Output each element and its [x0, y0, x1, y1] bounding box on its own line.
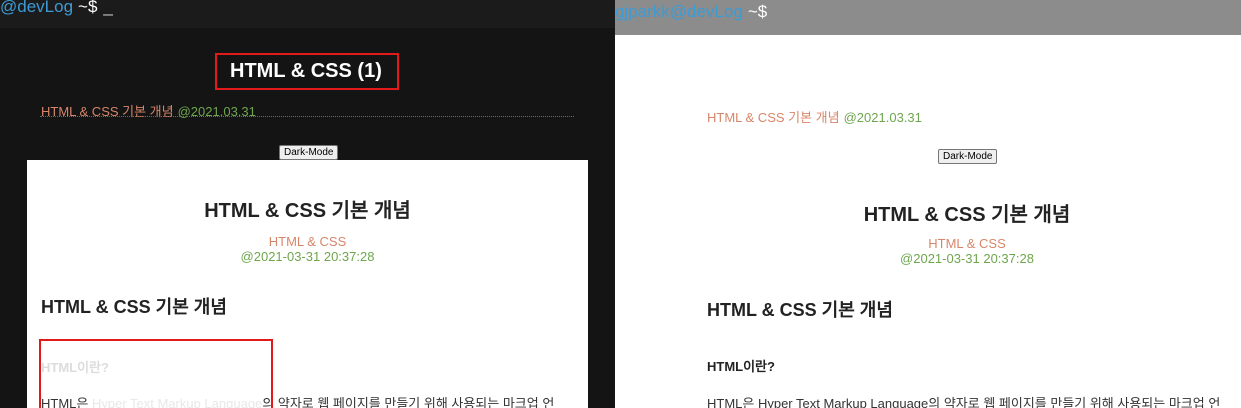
post-divider	[40, 116, 574, 117]
section-heading: HTML & CSS 기본 개념	[41, 297, 227, 317]
post-date: @2021.03.31	[843, 110, 922, 125]
post-list-item[interactable]: HTML & CSS 기본 개념 @2021.03.31	[41, 101, 256, 120]
sub-heading: HTML이란?	[707, 359, 775, 374]
article-paragraph: HTML은 Hyper Text Markup Language의 약자로 웹 …	[707, 396, 1221, 408]
article-timestamp: @2021-03-31 20:37:28	[240, 249, 375, 264]
dark-mode-preview: @devLog ~$ _ HTML & CSS (1) HTML & CSS 기본 …	[0, 0, 615, 408]
dark-mode-button[interactable]: Dark-Mode	[938, 149, 998, 164]
page-title: HTML & CSS (1)	[230, 60, 382, 82]
article-paragraph: HTML은 Hyper Text Markup Language의 약자로 웹 …	[41, 393, 554, 408]
prompt-host-link[interactable]: gjparkk@devLog	[615, 2, 743, 21]
article-title: HTML & CSS 기본 개념	[863, 204, 1071, 226]
prompt-symbol: ~$	[747, 2, 768, 21]
article-category-link[interactable]: HTML & CSS	[27, 234, 588, 249]
post-category-link[interactable]: HTML & CSS 기본 개념	[707, 110, 840, 125]
post-list-item[interactable]: HTML & CSS 기본 개념 @2021.03.31	[707, 107, 922, 126]
sub-heading: HTML이란?	[41, 360, 109, 375]
article-title: HTML & CSS 기본 개념	[204, 200, 411, 222]
terminal-header: gjparkk@devLog ~$	[615, 0, 1241, 35]
terminal-prompt: @devLog ~$ _	[0, 0, 113, 17]
paragraph-rest: 의 약자로 웹 페이지를 만들기 위해 사용되는 마크업 언	[262, 396, 555, 408]
dark-mode-button[interactable]: Dark-Mode	[279, 145, 339, 160]
section-heading: HTML & CSS 기본 개념	[707, 300, 893, 320]
paragraph-faded-text: Hyper Text Markup Language	[91, 396, 263, 408]
prompt-host-link[interactable]: @devLog	[0, 0, 73, 16]
light-mode-preview: gjparkk@devLog ~$ HTML & CSS 기본 개념 @2021.0…	[615, 0, 1241, 408]
prompt-symbol: ~$	[78, 0, 98, 16]
article-card: HTML & CSS 기본 개념 HTML & CSS @2021-03-31 …	[27, 160, 588, 408]
terminal-prompt: gjparkk@devLog ~$	[615, 2, 767, 22]
terminal-header: @devLog ~$ _	[0, 0, 615, 28]
article-timestamp: @2021-03-31 20:37:28	[900, 251, 1034, 266]
paragraph-start: HTML은	[41, 396, 92, 408]
article-category-link[interactable]: HTML & CSS	[615, 236, 1241, 251]
prompt-cursor: _	[103, 0, 113, 16]
